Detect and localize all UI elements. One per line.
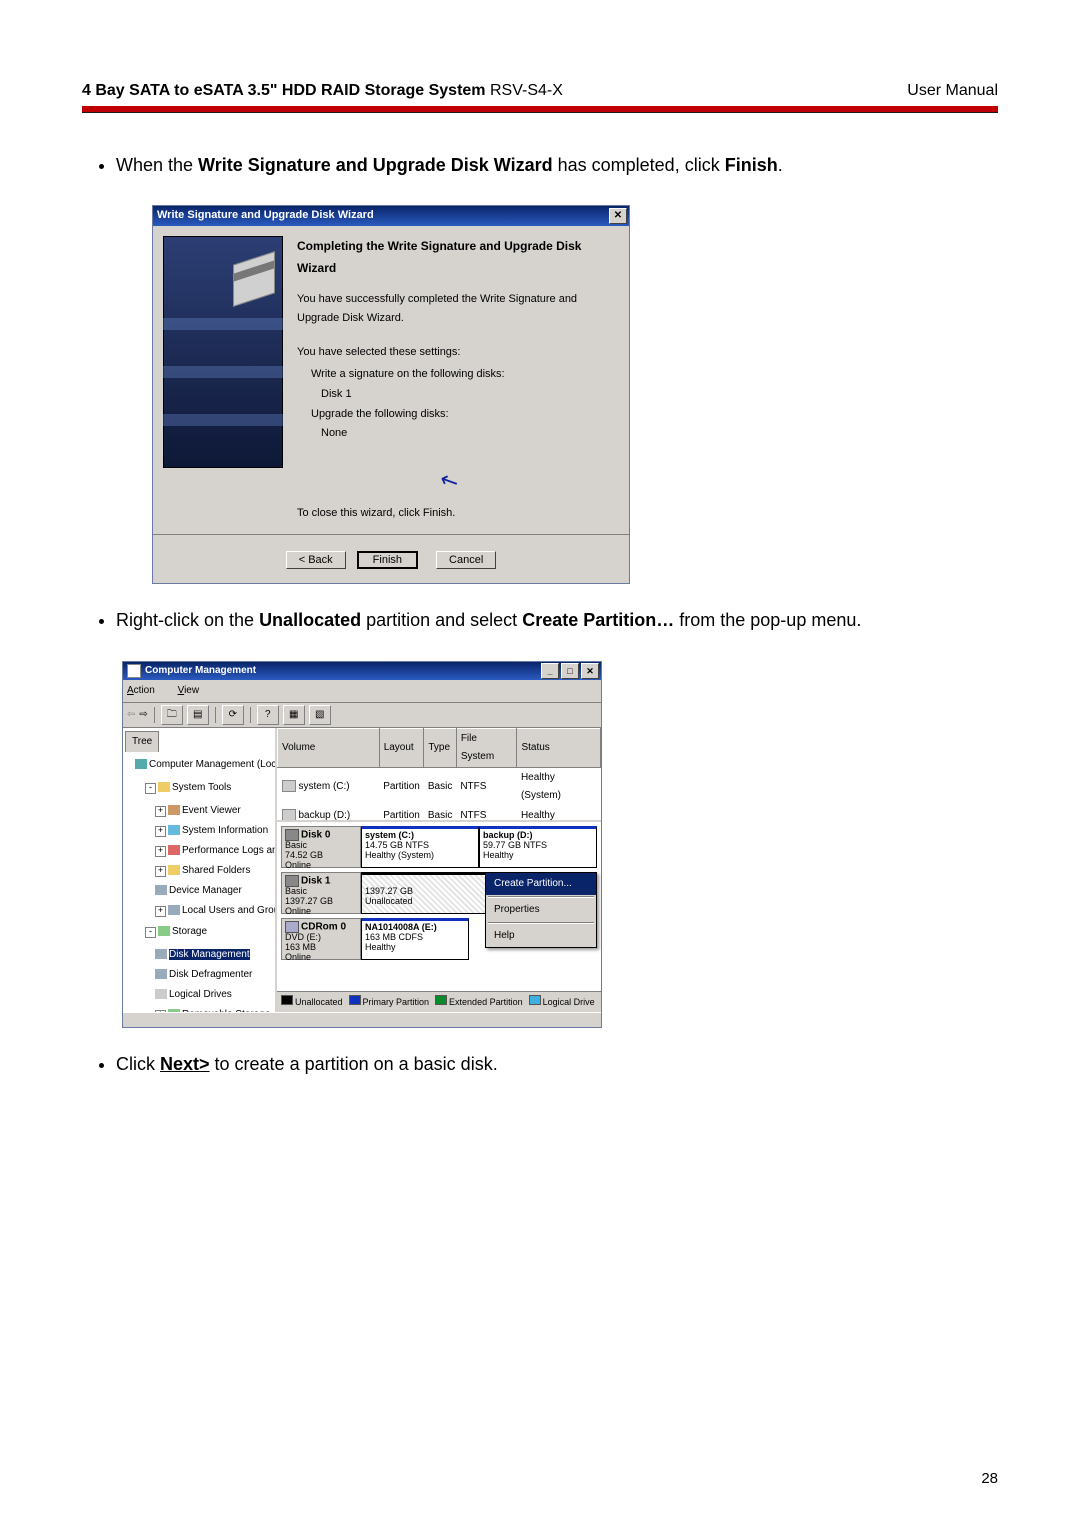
- computer-management-window: Computer Management _ □ ✕ Action View ⇦⇨…: [122, 661, 602, 1028]
- cdrom-partition[interactable]: NA1014008A (E:)163 MB CDFSHealthy: [361, 918, 469, 960]
- wizard-close-hint: To close this wizard, click Finish.: [297, 504, 619, 524]
- cm-toolbar: ⇦⇨ 🗀 ▤ ⟳ ? ▦ ▧: [123, 703, 601, 728]
- tool-icon[interactable]: ▦: [283, 705, 305, 725]
- properties-icon[interactable]: ▤: [187, 705, 209, 725]
- table-row: backup (D:)PartitionBasicNTFSHealthy: [278, 806, 601, 822]
- context-menu[interactable]: Create Partition... Properties Help: [485, 872, 597, 948]
- disk-graphical-view[interactable]: Disk 0 Basic 74.52 GB Online system (C:)…: [277, 822, 601, 991]
- tree-disk-management[interactable]: Disk Management: [169, 949, 250, 960]
- status-bar: [123, 1012, 601, 1027]
- context-properties[interactable]: Properties: [486, 899, 596, 921]
- table-row: system (C:)PartitionBasicNTFSHealthy (Sy…: [278, 767, 601, 806]
- wizard-titlebar: Write Signature and Upgrade Disk Wizard …: [153, 206, 629, 226]
- disk0-part-system[interactable]: system (C:)14.75 GB NTFSHealthy (System): [361, 826, 479, 868]
- disk0-header: Disk 0 Basic 74.52 GB Online: [281, 826, 361, 868]
- up-folder-icon[interactable]: 🗀: [161, 705, 183, 725]
- doc-section: User Manual: [907, 82, 998, 100]
- wizard-success-text: You have successfully completed the Writ…: [297, 290, 619, 330]
- back-button[interactable]: < Back: [286, 551, 346, 569]
- help-icon[interactable]: ?: [257, 705, 279, 725]
- cm-titlebar: Computer Management _ □ ✕: [123, 662, 601, 680]
- wizard-heading: Completing the Write Signature and Upgra…: [297, 236, 619, 279]
- disk1-header: Disk 1 Basic 1397.27 GB Online: [281, 872, 361, 914]
- volume-list[interactable]: Volume Layout Type File System Status sy…: [277, 728, 601, 822]
- instruction-step-3: Click Next> to create a partition on a b…: [116, 1048, 998, 1080]
- disk-stack-icon: [233, 252, 275, 308]
- cdrom-header: CDRom 0 DVD (E:) 163 MB Online: [281, 918, 361, 960]
- close-icon[interactable]: ✕: [581, 663, 599, 679]
- instruction-step-2: Right-click on the Unallocated partition…: [116, 604, 998, 1027]
- menu-action: Action: [127, 685, 165, 696]
- close-icon[interactable]: ✕: [609, 208, 627, 224]
- computer-icon: [127, 664, 141, 678]
- maximize-icon[interactable]: □: [561, 663, 579, 679]
- tool-icon[interactable]: ▧: [309, 705, 331, 725]
- next-link: Next>: [160, 1054, 210, 1074]
- header-accent-bar: [82, 106, 998, 113]
- refresh-icon[interactable]: ⟳: [222, 705, 244, 725]
- cm-menubar[interactable]: Action View: [123, 680, 601, 703]
- nav-tree[interactable]: Tree Computer Management (Local) -System…: [123, 728, 277, 1012]
- page-number: 28: [981, 1470, 998, 1487]
- wizard-dialog: Write Signature and Upgrade Disk Wizard …: [152, 205, 630, 584]
- disk-legend: Unallocated Primary Partition Extended P…: [277, 991, 601, 1012]
- context-help[interactable]: Help: [486, 925, 596, 947]
- wizard-settings-label: You have selected these settings:: [297, 343, 619, 363]
- wizard-side-banner: [163, 236, 283, 468]
- finish-button[interactable]: Finish: [357, 551, 418, 569]
- instruction-step-1: When the Write Signature and Upgrade Dis…: [116, 149, 998, 584]
- menu-view: View: [178, 685, 210, 696]
- doc-title: 4 Bay SATA to eSATA 3.5" HDD RAID Storag…: [82, 82, 563, 100]
- context-create-partition[interactable]: Create Partition...: [486, 873, 596, 895]
- minimize-icon[interactable]: _: [541, 663, 559, 679]
- cancel-button[interactable]: Cancel: [436, 551, 496, 569]
- tree-tab[interactable]: Tree: [125, 731, 159, 752]
- disk0-part-backup[interactable]: backup (D:)59.77 GB NTFSHealthy: [479, 826, 597, 868]
